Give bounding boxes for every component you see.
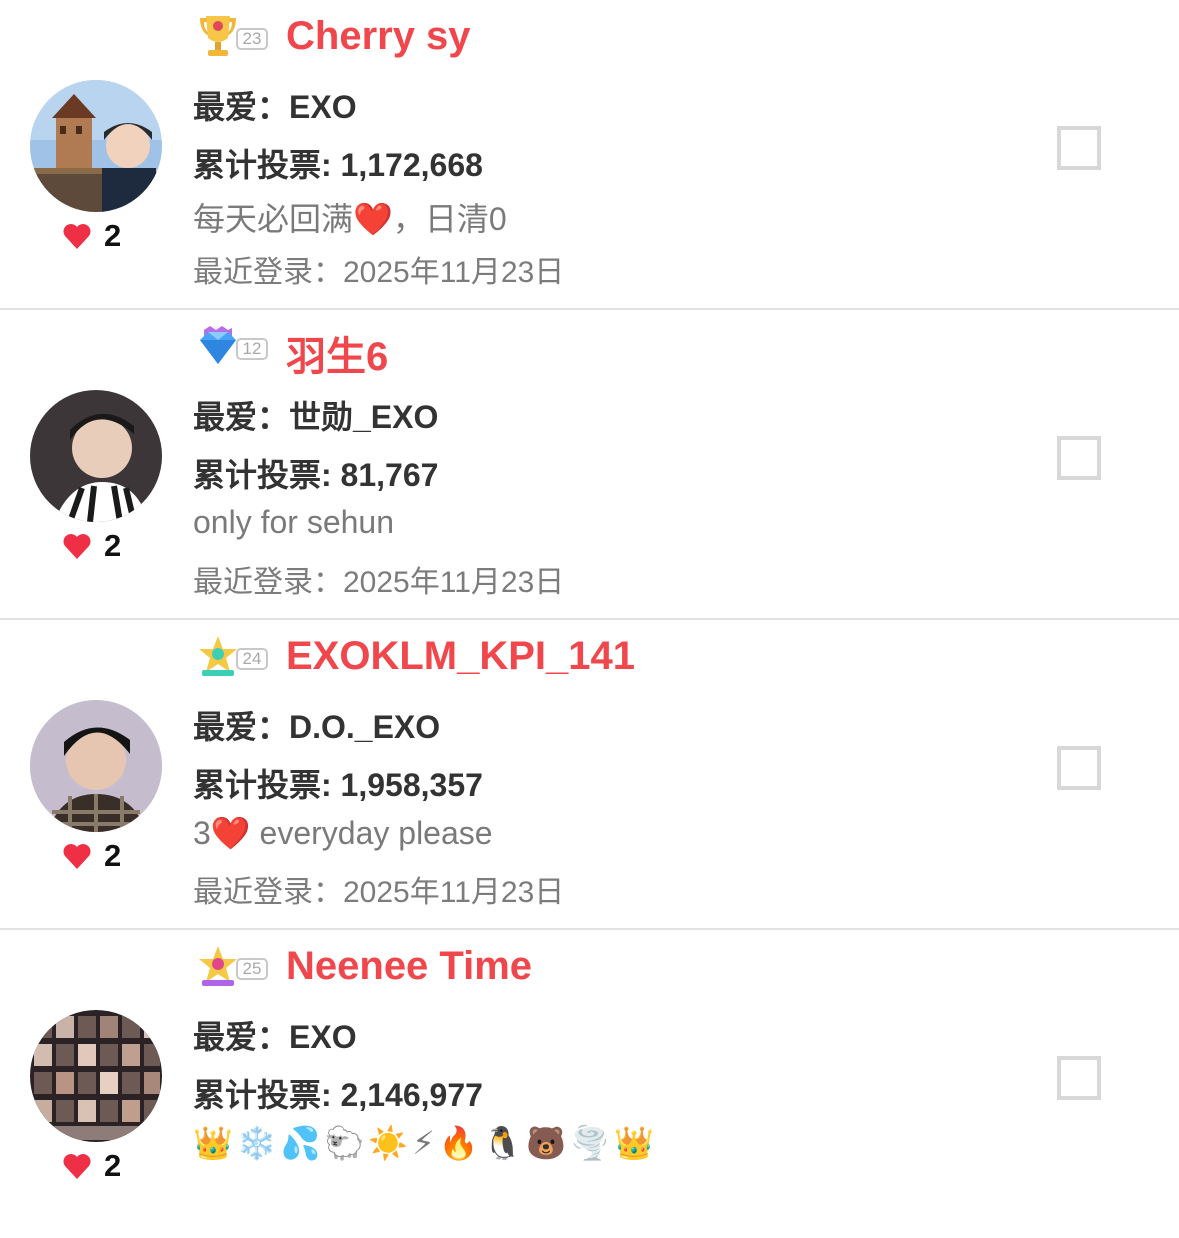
user-list: 2 23 Cherry sy 最爱：EXO 累计投票: 1,172,668 每天…	[0, 0, 1179, 1238]
level-badge: 23	[196, 12, 272, 62]
avatar[interactable]	[30, 1010, 162, 1142]
likes-count: 2	[104, 838, 122, 873]
bio-emoji: 🐧	[482, 1124, 523, 1162]
bio-emoji: 🐻	[526, 1124, 567, 1162]
select-checkbox[interactable]	[1057, 746, 1101, 790]
level-badge: 25	[196, 942, 272, 992]
select-checkbox[interactable]	[1057, 436, 1101, 480]
level-badge: 12	[196, 322, 272, 372]
last-login: 最近登录：2025年11月23日	[193, 876, 565, 909]
diamond-icon	[200, 326, 236, 364]
list-item[interactable]: 2 23 Cherry sy 最爱：EXO 累计投票: 1,172,668 每天…	[0, 0, 1179, 310]
total-votes: 累计投票: 1,172,668	[193, 147, 483, 183]
likes-count: 2	[104, 218, 122, 253]
bio-emojis: 👑 ❄️ 💦 🐑 ☀️ ⚡ 🔥 🐧 🐻 🌪️ 👑	[193, 1124, 654, 1162]
level-number: 12	[236, 338, 268, 360]
level-number: 25	[236, 958, 268, 980]
trophy-icon	[200, 16, 236, 56]
list-item[interactable]: 2 24 EXOKLM_KPI_141 最爱：D.O._EXO 累计投票: 1,…	[0, 620, 1179, 930]
heart-icon	[63, 534, 91, 559]
level-number: 23	[236, 28, 268, 50]
bio-emoji: 👑	[193, 1124, 233, 1162]
last-login: 最近登录：2025年11月23日	[193, 256, 565, 289]
bio-emoji: 🐑	[324, 1124, 365, 1162]
total-votes: 累计投票: 1,958,357	[193, 767, 483, 803]
total-votes: 累计投票: 2,146,977	[193, 1077, 483, 1113]
star-icon	[199, 636, 237, 676]
heart-icon	[63, 1154, 91, 1179]
bio-emoji: 👑	[614, 1124, 654, 1162]
heart-icon	[63, 844, 91, 869]
username[interactable]: Neenee Time	[286, 944, 532, 989]
favorite-label: 最爱：D.O._EXO	[193, 709, 441, 745]
username[interactable]: Cherry sy	[286, 14, 471, 59]
favorite-label: 最爱：EXO	[193, 89, 357, 125]
bio-text: 每天必回满❤️，日清0	[193, 201, 507, 237]
list-item[interactable]: 2 25 Neenee Time 最爱：EXO 累计投票: 2,146,977 …	[0, 930, 1179, 1238]
avatar[interactable]	[30, 700, 162, 832]
star-icon	[199, 946, 237, 986]
favorite-label: 最爱：EXO	[193, 1019, 357, 1055]
bio-emoji: ❄️	[236, 1124, 277, 1162]
heart-icon	[63, 224, 91, 249]
likes-count: 2	[104, 528, 122, 563]
avatar[interactable]	[30, 80, 162, 212]
bio-text: 3❤️ everyday please	[193, 815, 493, 851]
level-badge: 24	[196, 632, 272, 682]
likes-counter: 2	[62, 838, 121, 874]
username[interactable]: 羽生6	[286, 324, 388, 382]
level-number: 24	[236, 648, 268, 670]
select-checkbox[interactable]	[1057, 1056, 1101, 1100]
select-checkbox[interactable]	[1057, 126, 1101, 170]
list-item[interactable]: 2 12 羽生6 最爱：世勋_EXO 累计投票: 81,767 only for…	[0, 310, 1179, 620]
likes-counter: 2	[62, 218, 121, 254]
username[interactable]: EXOKLM_KPI_141	[286, 634, 635, 679]
bio-emoji: 🔥	[438, 1124, 479, 1162]
last-login: 最近登录：2025年11月23日	[193, 566, 565, 599]
bio-emoji: ☀️	[368, 1124, 409, 1162]
bio-emoji: ⚡	[412, 1124, 435, 1162]
bio-text: only for sehun	[193, 504, 395, 540]
bio-emoji: 💦	[280, 1124, 321, 1162]
avatar[interactable]	[30, 390, 162, 522]
likes-counter: 2	[62, 528, 121, 564]
total-votes: 累计投票: 81,767	[193, 457, 439, 493]
favorite-label: 最爱：世勋_EXO	[193, 399, 439, 435]
bio-emoji: 🌪️	[570, 1124, 611, 1162]
